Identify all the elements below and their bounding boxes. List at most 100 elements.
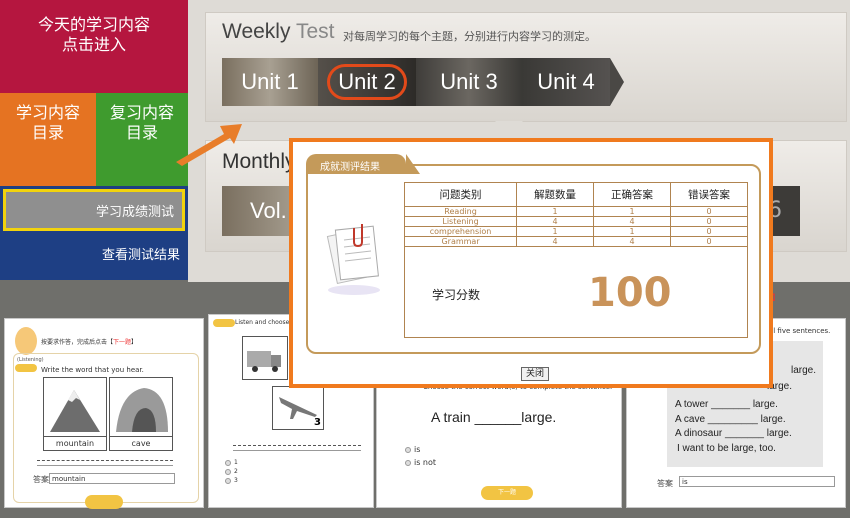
picture-number: 3 [314, 417, 321, 428]
unit-2-button[interactable]: Unit 2 [318, 58, 416, 106]
nav-today-content[interactable]: 今天的学习内容 点击进入 [0, 0, 188, 93]
thumb4-answer-input[interactable]: is [679, 476, 835, 487]
picture-cave: cave [109, 377, 173, 451]
nav-score-test-container: 学习成绩测试 [0, 186, 188, 234]
nav-learn-contents[interactable]: 学习内容 目录 [0, 93, 96, 186]
weekly-test-description: 对每周学习的每个主题，分别进行内容学习的测定。 [343, 30, 596, 43]
thumb4-line-3: A tower _______ large. [675, 399, 778, 410]
row-category: Reading [403, 206, 518, 217]
picture-airplane: 3 [272, 386, 324, 430]
unit-4-button[interactable]: Unit 4 [522, 58, 610, 106]
option-2-label: 2 [234, 468, 238, 475]
header-correct: 正确答案 [593, 182, 671, 207]
table-row: Reading 1 1 0 [403, 206, 748, 217]
header-wrong: 错误答案 [670, 182, 748, 207]
table-row: comprehension 1 1 0 [403, 226, 748, 237]
step-badge [213, 319, 235, 327]
picture-mountain-label: mountain [44, 436, 106, 450]
thumb3-next-button[interactable]: 下一题 [481, 486, 533, 500]
choice-is-not[interactable]: is not [405, 458, 436, 467]
thumb1-answer-input[interactable]: mountain [49, 473, 175, 484]
unit-arrow-icon [610, 58, 624, 106]
thumb1-hint: 按要求作答，完成后点击【下一题】 [41, 337, 137, 346]
unit-3-label: Unit 3 [440, 69, 498, 94]
results-table: 问题类别 解题数量 正确答案 错误答案 Reading 1 1 0 Listen… [403, 182, 748, 247]
thumb1-next-button[interactable] [85, 495, 123, 509]
unit-2-label: Unit 2 [327, 64, 407, 100]
results-header-row: 问题类别 解题数量 正确答案 错误答案 [403, 182, 748, 207]
option-3-label: 3 [234, 477, 238, 484]
thumb1-answer-label: 答案 [33, 475, 49, 484]
score-label: 学习分数 [432, 288, 481, 302]
thumb1-listening-tag: (Listening) [17, 357, 44, 363]
unit-1-button[interactable]: Unit 1 [222, 58, 318, 106]
weekly-title-b: Test [295, 20, 335, 43]
unit-1-label: Unit 1 [241, 69, 299, 94]
audio-progress-bar[interactable] [37, 460, 173, 466]
row-category: Grammar [403, 236, 518, 247]
thumb1-hint-next: 下一题 [113, 339, 132, 346]
option-2[interactable]: 2 [225, 468, 238, 475]
nav-score-test[interactable]: 学习成绩测试 [3, 189, 185, 231]
nav-today-line1: 今天的学习内容 [37, 15, 150, 34]
picture-mountain: mountain [43, 377, 107, 451]
row-correct: 4 [593, 236, 671, 247]
nav-learn-line1: 学习内容 [15, 103, 80, 122]
thumbnail-listening-write[interactable]: 按要求作答，完成后点击【下一题】 (Listening) Write the w… [4, 318, 204, 509]
audio-progress-bar[interactable] [233, 445, 361, 451]
radio-icon [405, 459, 411, 466]
step-badge [15, 364, 37, 372]
header-count: 解题数量 [516, 182, 595, 207]
thumb4-line-6: I want to be large, too. [677, 443, 776, 454]
document-paperclip-icon [326, 224, 380, 295]
option-3[interactable]: 3 [225, 477, 238, 484]
thumb4-bracket: 】 [772, 293, 780, 302]
thumb1-instruction: Write the word that you hear. [41, 366, 144, 374]
option-1[interactable]: 1 [225, 459, 238, 466]
girl-avatar-icon [15, 327, 37, 355]
thumbnail-choose-word[interactable]: Choose the correct word(s) to complete t… [376, 380, 622, 508]
orange-arrow-icon [176, 124, 242, 166]
option-1-label: 1 [234, 459, 238, 466]
truck-icon [247, 351, 281, 372]
nav-learn-line2: 目录 [31, 123, 64, 142]
row-wrong: 0 [670, 236, 748, 247]
row-count: 1 [516, 206, 595, 217]
unit-4-label: Unit 4 [537, 69, 595, 94]
nav-view-results[interactable]: 查看测试结果 [0, 234, 188, 280]
close-button[interactable]: 关闭 [521, 367, 549, 381]
row-correct: 4 [593, 216, 671, 227]
radio-icon [405, 446, 411, 453]
mountain-icon [50, 390, 100, 432]
radio-icon [225, 459, 231, 466]
thumb1-hint-a: 按要求作答，完成后点击【 [41, 339, 114, 346]
row-wrong: 0 [670, 216, 748, 227]
pointer-notch [495, 121, 523, 135]
thumb4-line-4: A cave _________ large. [675, 414, 786, 425]
radio-icon [225, 477, 231, 484]
row-count: 4 [516, 216, 595, 227]
table-row: Listening 4 4 0 [403, 216, 748, 227]
choice-is[interactable]: is [405, 445, 420, 454]
row-count: 4 [516, 236, 595, 247]
table-row: Grammar 4 4 0 [403, 236, 748, 247]
picture-cave-label: cave [110, 436, 172, 450]
row-wrong: 0 [670, 226, 748, 237]
score-value: 100 [588, 270, 672, 316]
cave-icon [116, 388, 168, 432]
row-category: comprehension [403, 226, 518, 237]
row-count: 1 [516, 226, 595, 237]
row-wrong: 0 [670, 206, 748, 217]
thumb3-sentence: A train ______large. [431, 409, 557, 425]
radio-icon [225, 468, 231, 475]
nav-today-line2: 点击进入 [61, 35, 126, 54]
choice-is-label: is [414, 445, 421, 454]
picture-truck [242, 336, 288, 380]
header-category: 问题类别 [403, 182, 518, 207]
thumb4-line-5: A dinosaur _______ large. [675, 428, 792, 439]
thumb4-instruction: all five sentences. [767, 327, 831, 335]
row-category: Listening [403, 216, 518, 227]
thumb4-line-1: large. [791, 365, 817, 376]
weekly-title-a: Weekly [222, 20, 291, 43]
unit-3-button[interactable]: Unit 3 [416, 58, 522, 106]
